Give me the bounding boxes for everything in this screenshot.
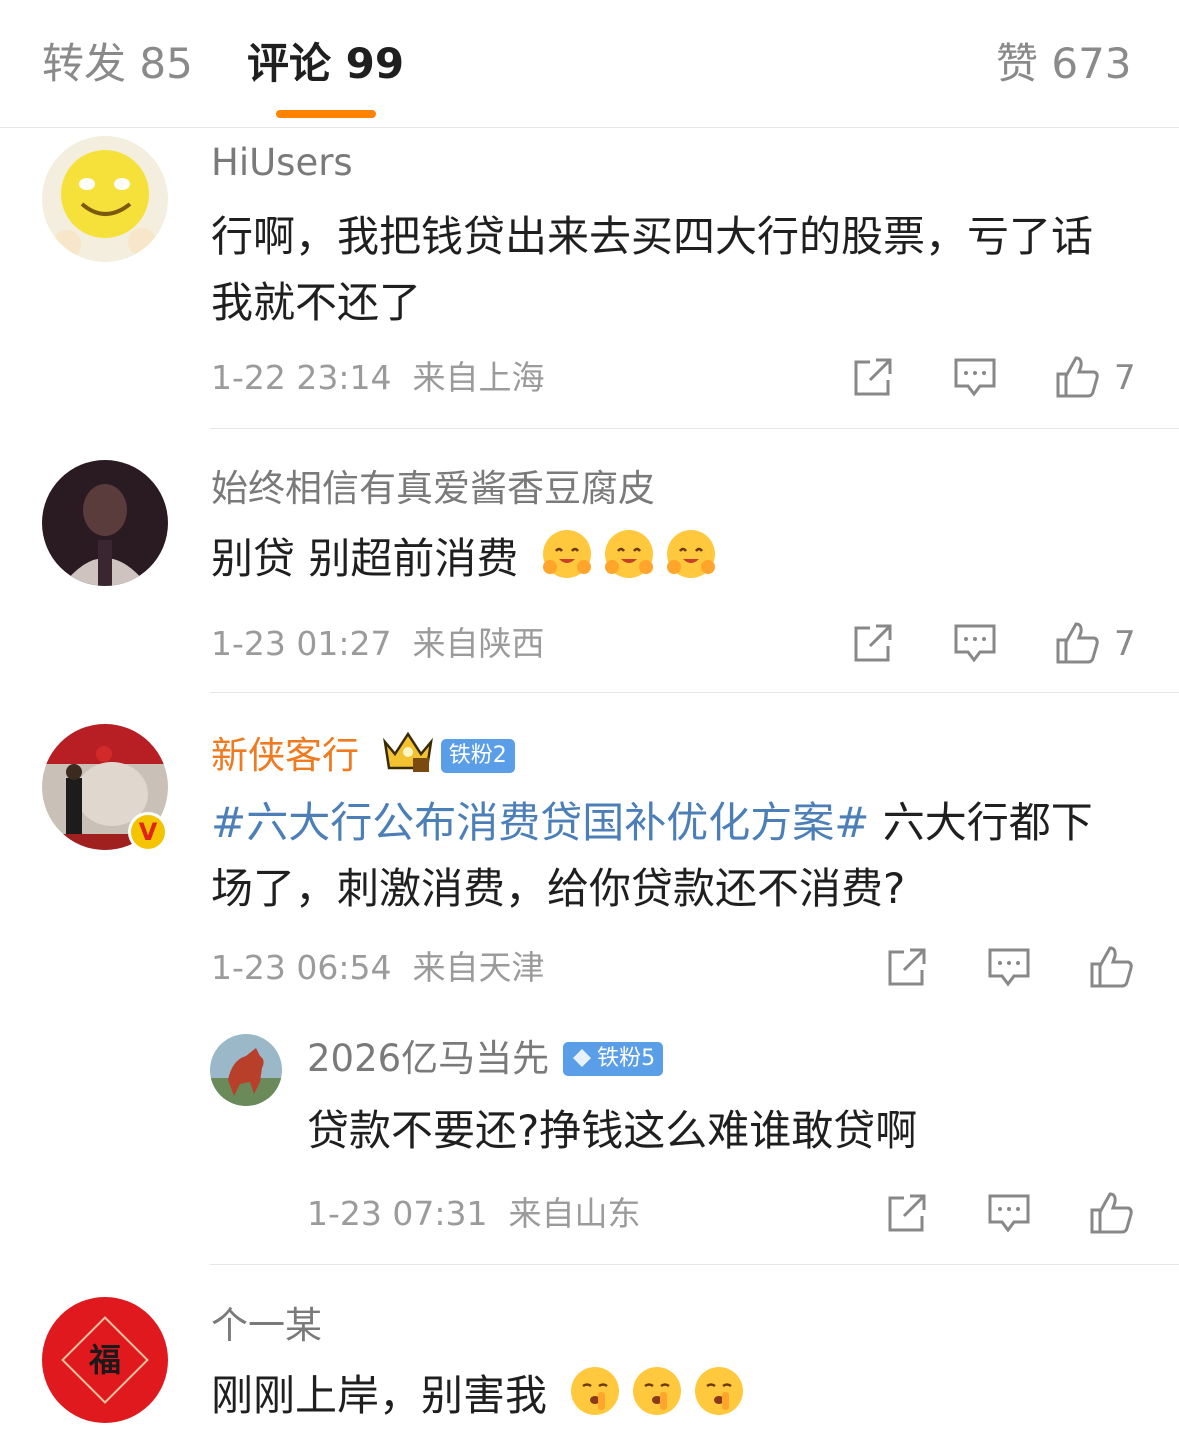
like-count: 7 (1114, 624, 1136, 664)
comment-text: #六大行公布消费贷国补优化方案# 六大行都下场了，刺激消费，给你贷款还不消费? (211, 790, 1131, 922)
reply-location: 来自山东 (508, 1194, 641, 1233)
comment-time: 1-23 06:54 (211, 948, 392, 987)
comment-text: 刚刚上岸，别害我 (211, 1363, 1131, 1429)
comment-location: 来自天津 (412, 948, 545, 987)
username[interactable]: HiUsers (211, 140, 353, 186)
reply-actions (884, 1190, 1140, 1240)
hug-emoji-icon (604, 530, 653, 578)
comment-meta: 1-23 01:27 来自陕西 (211, 622, 544, 666)
fu-character: 福 (88, 1341, 121, 1379)
username-text: 2026亿马当先 (307, 1037, 550, 1080)
avatar[interactable] (42, 460, 168, 586)
shush-emoji-icon (571, 1367, 620, 1415)
comment-actions: 7 (850, 620, 1140, 670)
comment-icon[interactable] (986, 1190, 1032, 1236)
reply-text: 贷款不要还?挣钱这么难谁敢贷啊 (307, 1106, 918, 1155)
share-icon[interactable] (850, 620, 896, 666)
comment-icon[interactable] (952, 354, 998, 400)
divider (210, 1264, 1179, 1265)
comment-text: 别贷 别超前消费 (211, 526, 1131, 592)
comment-time: 1-22 23:14 (211, 358, 392, 397)
hug-emoji-icon (666, 530, 715, 578)
username[interactable]: 个一某 (211, 1303, 322, 1349)
shush-emoji-icon (633, 1367, 682, 1415)
comment-location: 来自陕西 (412, 624, 545, 663)
like-icon[interactable] (1054, 620, 1100, 666)
like-icon[interactable] (1088, 1190, 1134, 1236)
avatar[interactable]: 福 (42, 1297, 168, 1423)
share-icon[interactable] (850, 354, 896, 400)
verified-badge: V (128, 812, 168, 852)
comment-text-content: 别贷 别超前消费 (211, 534, 519, 583)
share-icon[interactable] (884, 1190, 930, 1236)
avatar[interactable] (210, 1034, 282, 1106)
comment-text: 行啊，我把钱贷出来去买四大行的股票，亏了话我就不还了 (211, 212, 1094, 327)
diamond-icon (573, 1049, 592, 1067)
comment-actions: 7 (850, 354, 1140, 404)
active-tab-indicator (276, 110, 376, 118)
hug-emoji-icon (542, 530, 591, 578)
tab-comments[interactable]: 评论 99 (247, 38, 404, 90)
reply-meta: 1-23 07:31 来自山东 (307, 1192, 640, 1236)
topic-link[interactable]: #六大行公布消费贷国补优化方案# (211, 798, 869, 847)
comment-tabs: 转发 85 评论 99 赞 673 (0, 0, 1179, 128)
username[interactable]: 新侠客行 铁粉2 (211, 728, 515, 779)
divider (210, 428, 1179, 429)
fan-badge-label: 铁粉5 (597, 1046, 656, 1071)
comment-actions (884, 944, 1140, 994)
avatar[interactable] (42, 136, 168, 262)
reply-time: 1-23 07:31 (307, 1194, 488, 1233)
comment-icon[interactable] (952, 620, 998, 666)
tab-likes[interactable]: 赞 673 (996, 38, 1132, 90)
crown-icon (382, 731, 433, 772)
fan-badge[interactable]: 铁粉2 (440, 739, 515, 773)
comment-location: 来自上海 (412, 358, 545, 397)
share-icon[interactable] (884, 944, 930, 990)
like-icon[interactable] (1054, 354, 1100, 400)
comment-meta: 1-23 06:54 来自天津 (211, 946, 544, 990)
like-icon[interactable] (1088, 944, 1134, 990)
fan-badge[interactable]: 铁粉5 (563, 1042, 664, 1076)
tab-repost[interactable]: 转发 85 (42, 38, 193, 90)
like-count: 7 (1114, 358, 1136, 398)
username[interactable]: 始终相信有真爱酱香豆腐皮 (211, 466, 655, 512)
shush-emoji-icon (695, 1367, 744, 1415)
comment-text-content: 刚刚上岸，别害我 (211, 1371, 548, 1420)
username-text: 新侠客行 (211, 734, 359, 777)
comment-time: 1-23 01:27 (211, 624, 392, 663)
divider (210, 692, 1179, 693)
username[interactable]: 2026亿马当先 铁粉5 (307, 1036, 664, 1082)
comment-icon[interactable] (986, 944, 1032, 990)
comment-meta: 1-22 23:14 来自上海 (211, 356, 544, 400)
